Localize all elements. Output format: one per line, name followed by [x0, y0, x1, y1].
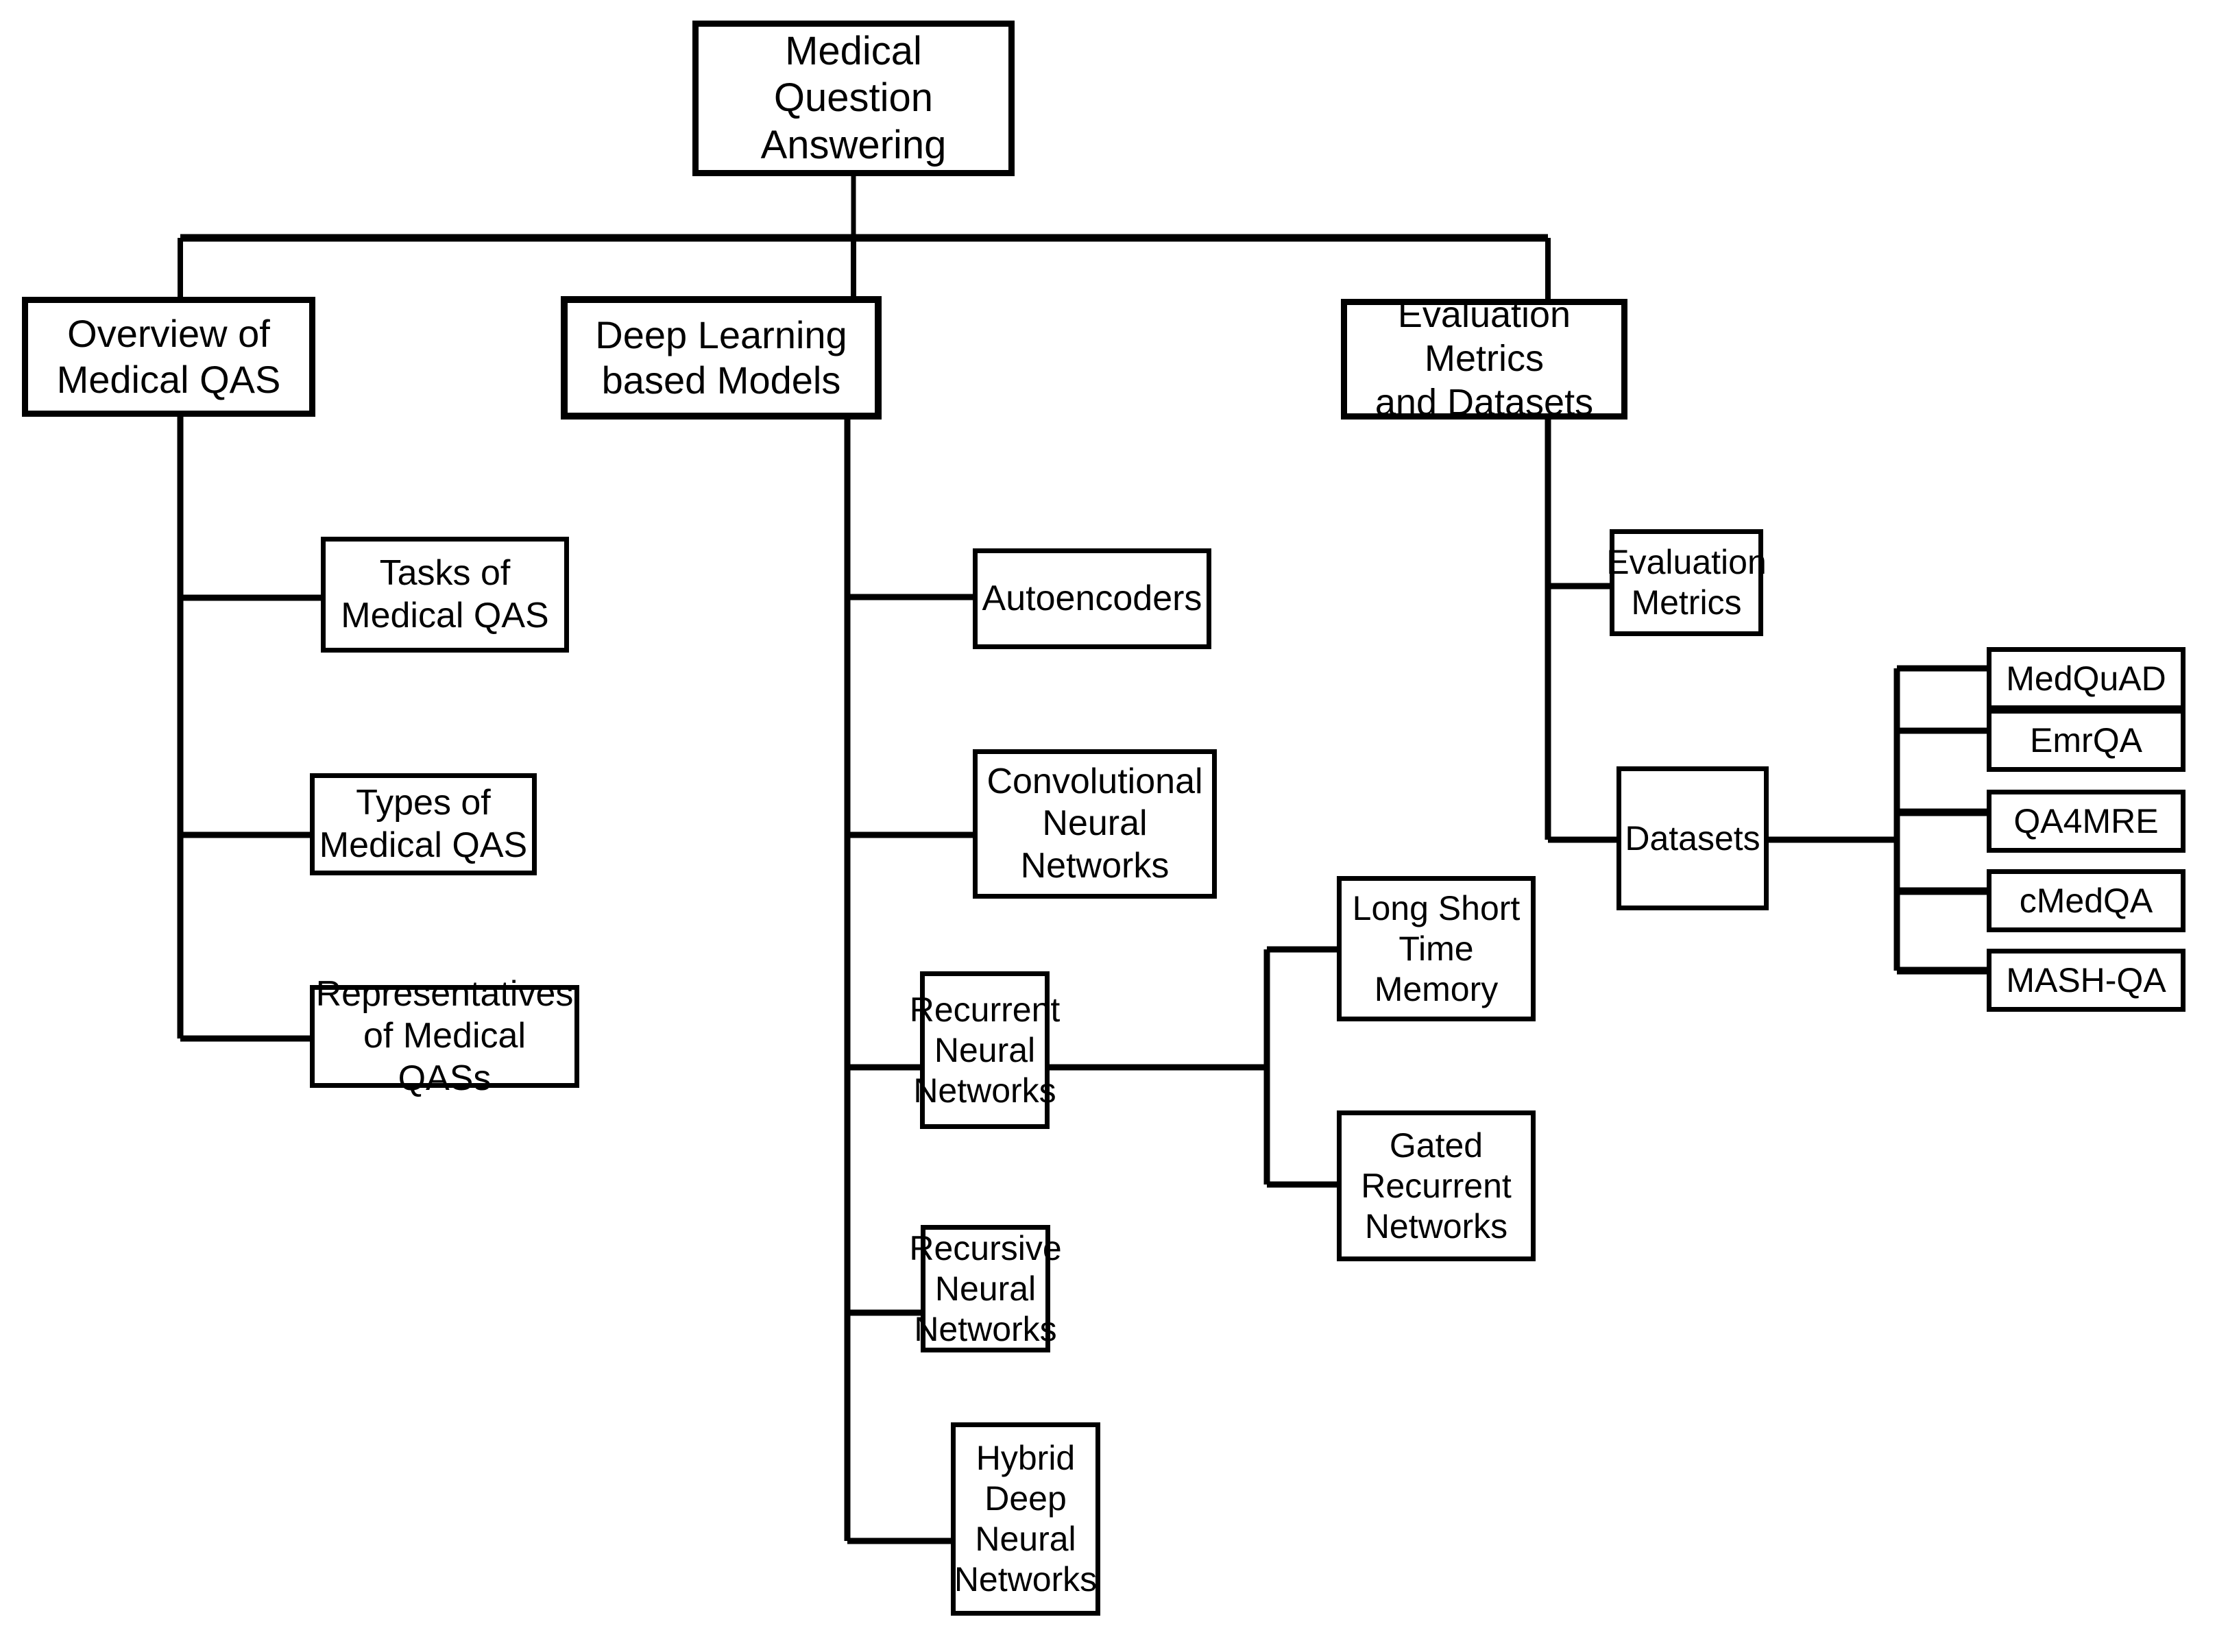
- node-root-label: Medical Question Answering: [760, 28, 947, 167]
- node-recursive-neural-networks[interactable]: Recursive Neural Networks: [909, 1225, 1062, 1352]
- node-datasets-label: Datasets: [1625, 818, 1760, 858]
- node-hybrid-deep-neural-networks-label: Hybrid Deep Neural Networks: [954, 1439, 1098, 1599]
- node-mash-qa-label: MASH-QA: [2006, 960, 2166, 999]
- node-medquad-label: MedQuAD: [2006, 659, 2166, 698]
- node-overview-of-medical-qas[interactable]: Overview of Medical QAS: [22, 297, 315, 417]
- node-evaluation-metrics[interactable]: Evaluation Metrics: [1606, 529, 1767, 636]
- node-representatives-of-medical-qass-label: Representatives of Medical QASs: [315, 973, 574, 1098]
- node-long-short-time-memory[interactable]: Long Short Time Memory: [1337, 876, 1536, 1021]
- node-autoencoders[interactable]: Autoencoders: [973, 548, 1211, 649]
- node-representatives-of-medical-qass[interactable]: Representatives of Medical QASs: [310, 974, 579, 1098]
- node-hybrid-deep-neural-networks[interactable]: Hybrid Deep Neural Networks: [951, 1422, 1100, 1616]
- node-overview-label: Overview of Medical QAS: [56, 312, 281, 401]
- node-mash-qa[interactable]: MASH-QA: [1987, 949, 2185, 1012]
- node-types-of-medical-qas-label: Types of Medical QAS: [319, 783, 528, 865]
- node-gated-recurrent-networks-label: Gated Recurrent Networks: [1361, 1126, 1512, 1246]
- node-qa4mre[interactable]: QA4MRE: [1987, 790, 2185, 853]
- node-qa4mre-label: QA4MRE: [2013, 801, 2159, 840]
- node-types-of-medical-qas[interactable]: Types of Medical QAS: [310, 773, 537, 875]
- node-tasks-of-medical-qas[interactable]: Tasks of Medical QAS: [321, 537, 569, 653]
- node-evaluation-metrics-and-datasets[interactable]: Evaluation Metrics and Datasets: [1341, 294, 1627, 423]
- node-recurrent-neural-networks-label: Recurrent Neural Networks: [909, 990, 1061, 1110]
- node-evaluation-metrics-and-datasets-label: Evaluation Metrics and Datasets: [1375, 294, 1594, 423]
- node-medquad[interactable]: MedQuAD: [1987, 647, 2185, 710]
- node-convolutional-neural-networks-label: Convolutional Neural Networks: [986, 761, 1203, 886]
- diagram-canvas: { "diagram": { "title": "Medical Questio…: [0, 0, 2228, 1652]
- node-recursive-neural-networks-label: Recursive Neural Networks: [909, 1228, 1062, 1348]
- node-recurrent-neural-networks[interactable]: Recurrent Neural Networks: [910, 971, 1060, 1129]
- node-deep-learning-based-models[interactable]: Deep Learning based Models: [561, 296, 882, 420]
- node-evaluation-metrics-label: Evaluation Metrics: [1606, 543, 1767, 622]
- node-emrqa[interactable]: EmrQA: [1987, 709, 2185, 772]
- node-datasets[interactable]: Datasets: [1616, 766, 1769, 910]
- node-root[interactable]: Medical Question Answering: [692, 21, 1015, 176]
- node-cmedqa-label: cMedQA: [2019, 881, 2153, 920]
- node-convolutional-neural-networks[interactable]: Convolutional Neural Networks: [973, 749, 1217, 899]
- node-emrqa-label: EmrQA: [2030, 720, 2142, 760]
- node-cmedqa[interactable]: cMedQA: [1987, 869, 2185, 932]
- node-long-short-time-memory-label: Long Short Time Memory: [1352, 888, 1521, 1008]
- node-autoencoders-label: Autoencoders: [982, 578, 1202, 618]
- node-deep-learning-label: Deep Learning based Models: [595, 313, 847, 402]
- node-tasks-of-medical-qas-label: Tasks of Medical QAS: [341, 553, 549, 635]
- node-gated-recurrent-networks[interactable]: Gated Recurrent Networks: [1337, 1110, 1536, 1261]
